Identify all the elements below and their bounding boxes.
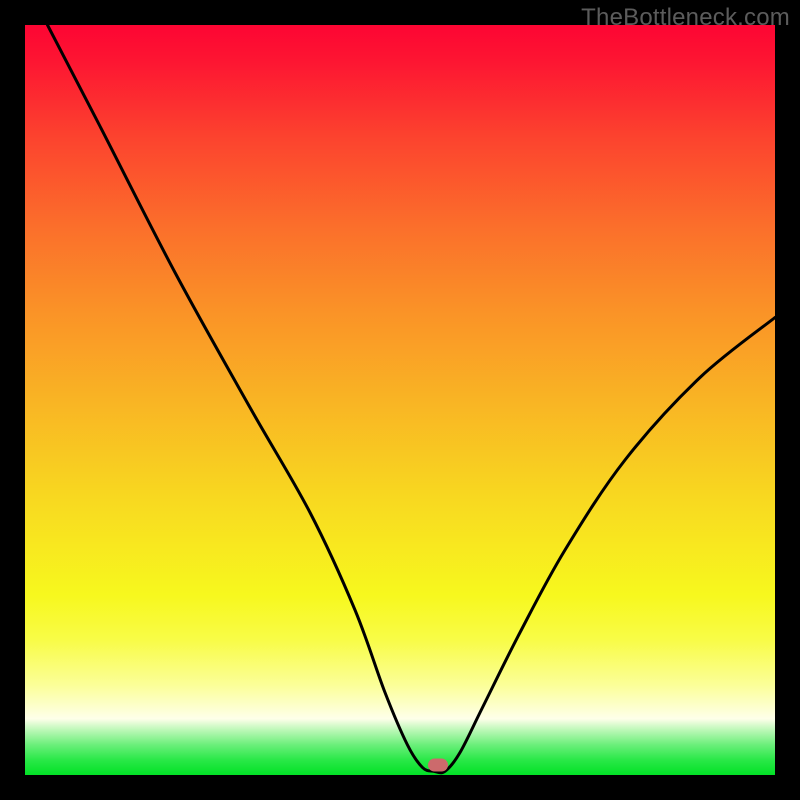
chart-frame: TheBottleneck.com [0,0,800,800]
curve-svg [25,25,775,775]
bottleneck-curve [48,25,776,773]
watermark-text: TheBottleneck.com [581,4,790,32]
plot-area [25,25,775,775]
optimum-marker [428,759,448,772]
